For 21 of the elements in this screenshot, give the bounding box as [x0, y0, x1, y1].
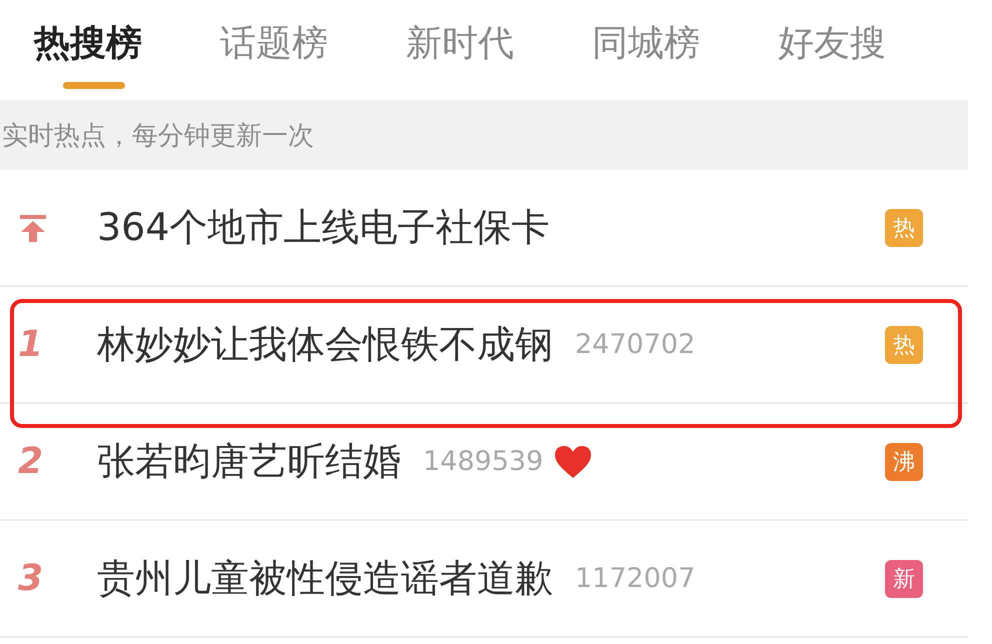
- topic-title[interactable]: 364个地市上线电子社保卡: [97, 202, 550, 253]
- list-row[interactable]: 364个地市上线电子社保卡 热: [0, 170, 968, 287]
- search-count: 2470702: [575, 329, 696, 360]
- rank-number: 2: [18, 441, 44, 482]
- search-count: 1172007: [575, 563, 696, 594]
- active-tab-indicator: [63, 82, 125, 89]
- hot-badge: 热: [885, 208, 923, 246]
- list-row[interactable]: 3 贵州儿童被性侵造谣者道歉 1172007 新: [0, 521, 968, 638]
- hot-badge: 新: [885, 560, 923, 598]
- list-row[interactable]: 1 林妙妙让我体会恨铁不成钢 2470702 热: [0, 287, 968, 404]
- topic-title[interactable]: 贵州儿童被性侵造谣者道歉: [97, 553, 553, 604]
- hot-badge: 热: [885, 326, 923, 364]
- hot-badge: 沸: [885, 442, 923, 480]
- topic-title[interactable]: 林妙妙让我体会恨铁不成钢: [97, 319, 553, 370]
- rank-number: 1: [18, 324, 44, 365]
- list-row[interactable]: 2 张若昀唐艺昕结婚 1489539 沸: [0, 404, 968, 521]
- topic-title[interactable]: 张若昀唐艺昕结婚: [97, 436, 401, 487]
- search-count: 1489539: [423, 446, 544, 477]
- tab[interactable]: 热搜榜: [34, 0, 220, 100]
- rank-number: 3: [18, 558, 44, 599]
- notice-text: 实时热点，每分钟更新一次: [1, 120, 314, 152]
